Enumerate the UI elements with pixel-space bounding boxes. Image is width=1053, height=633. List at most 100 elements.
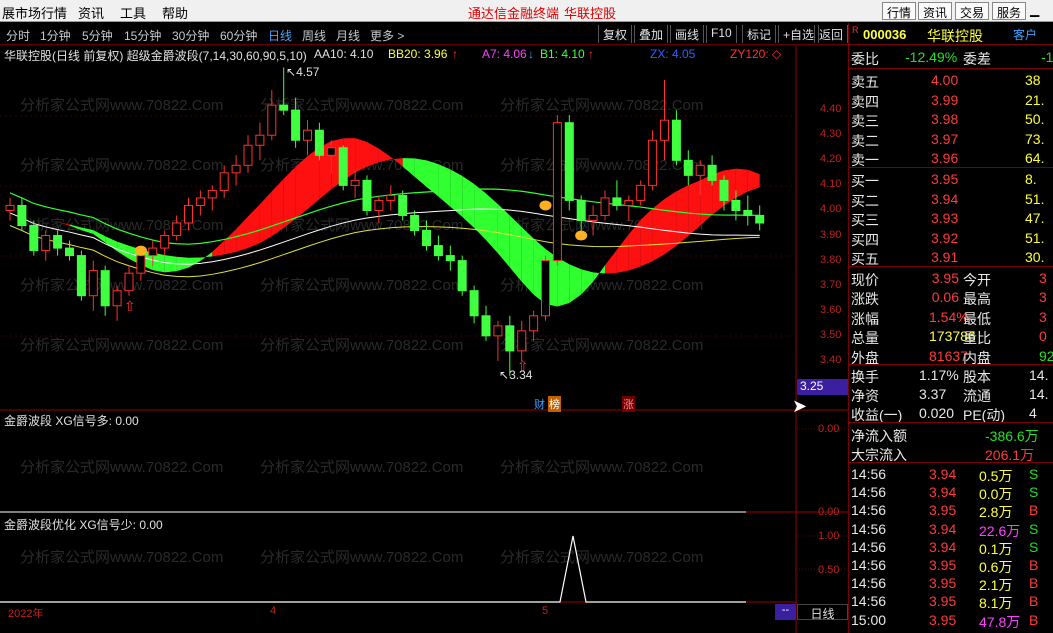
menu-help[interactable]: 帮助	[162, 3, 188, 22]
quote-row: 外盘 81637 内盘 92	[849, 347, 1053, 366]
tick-row: 14:56 3.95 0.6万 B	[849, 556, 1053, 575]
stat-value2: 4	[1029, 405, 1037, 421]
quote-value2: 3	[1039, 270, 1047, 286]
bid-row: 买四 3.92 51.	[849, 229, 1053, 248]
period-30min[interactable]: 30分钟	[172, 27, 209, 44]
candle-body	[65, 247, 74, 257]
bid-volume: 47.	[1025, 210, 1045, 227]
menu-news[interactable]: 资讯	[78, 3, 104, 22]
quote-panel: R 000036 华联控股 客户 委比 -12.49% 委差 -1 卖五 4.00…	[848, 23, 1053, 633]
ask-row: 卖三 3.98 50.	[849, 110, 1053, 129]
quote-value2: 3	[1039, 308, 1047, 325]
tick-side: S	[1029, 538, 1039, 555]
ribbon-segment	[378, 148, 391, 163]
period-15min[interactable]: 15分钟	[124, 27, 161, 44]
legend-a7-arrow: ↓	[528, 47, 534, 61]
candle-body	[100, 270, 110, 307]
candle-body	[422, 230, 431, 247]
ask-price: 3.99	[931, 91, 959, 108]
period-5min[interactable]: 5分钟	[82, 27, 113, 44]
ribbon-segment	[462, 175, 475, 228]
client-tag[interactable]: 客户	[1013, 26, 1037, 43]
candle-body	[588, 214, 598, 221]
quote-value2: 92	[1039, 347, 1053, 364]
bid-label: 买三	[851, 212, 879, 229]
period-1min[interactable]: 1分钟	[40, 27, 71, 44]
period-more[interactable]: 更多 >	[370, 27, 404, 44]
candle-body	[219, 172, 229, 191]
badge-cai[interactable]: 财	[534, 396, 545, 412]
quote-label2: 今开	[963, 272, 991, 288]
quote-label: 涨跌	[851, 291, 879, 308]
ribbon-segment	[414, 158, 427, 187]
ribbon-segment	[593, 265, 605, 282]
ribbon-segment	[188, 257, 201, 268]
tick-price: 3.94	[929, 538, 957, 555]
period-day[interactable]: 日线	[268, 27, 292, 44]
ribbon-segment	[367, 142, 379, 167]
btn-f10[interactable]: F10	[706, 25, 737, 43]
menu-tools[interactable]: 工具	[120, 3, 146, 22]
ask-volume: 21.	[1025, 91, 1045, 108]
candle-body	[695, 164, 705, 176]
quote-value: 1.54%	[929, 308, 969, 325]
candle-body	[172, 222, 182, 237]
badge-zhang[interactable]: 涨	[622, 396, 635, 412]
menu-market[interactable]: 展市场行情	[2, 3, 67, 22]
btn-diejia[interactable]: 叠加	[634, 25, 669, 43]
candle-body	[148, 247, 158, 257]
btn-service[interactable]: 服务	[992, 2, 1027, 20]
tick-time: 15:00	[851, 611, 887, 628]
time-year: 2022年	[8, 608, 44, 620]
menu-bar: 展市场行情 资讯 工具 帮助 通达信金融终端 华联控股 行情 资讯 交易 服务 …	[0, 0, 1053, 22]
panel3-axis-top: 1.00	[818, 530, 840, 542]
bid-label: 买二	[851, 192, 879, 209]
ask-label: 卖二	[851, 132, 879, 149]
ribbon-segment	[81, 227, 94, 234]
btn-fuquan[interactable]: 复权	[598, 25, 633, 43]
kline-chart-area[interactable]: 分析家公式网www.70822.Com 分析家公式网www.70822.Com …	[0, 46, 848, 633]
candle-body	[184, 204, 193, 224]
period-week[interactable]: 周线	[302, 27, 326, 44]
btn-biaoji[interactable]: 标记	[742, 25, 777, 43]
ribbon-segment	[640, 208, 653, 267]
low-marker: ↖3.34	[499, 368, 533, 382]
period-month[interactable]: 月线	[336, 27, 360, 44]
candle-body	[267, 104, 277, 136]
tick-price: 3.95	[929, 557, 957, 573]
btn-quote[interactable]: 行情	[882, 2, 917, 20]
quote-value2: 3	[1039, 289, 1047, 306]
minimize-icon[interactable]: ▁	[1030, 3, 1039, 17]
ask-price: 4.00	[931, 72, 959, 88]
candle-body	[53, 235, 63, 249]
scroll-indicator[interactable]: --	[775, 604, 796, 620]
candle-body	[386, 194, 396, 201]
panel3-legend: 金爵波段优化 XG信号少: 0.00	[4, 518, 163, 532]
ribbon-segment	[295, 156, 308, 219]
btn-add-fav[interactable]: +自选	[778, 25, 820, 43]
btn-back[interactable]: 返回	[814, 25, 848, 43]
stat-label: 换手	[851, 369, 879, 385]
ribbon-segment	[581, 269, 594, 295]
ask-price: 3.97	[931, 130, 959, 147]
ribbon-segment	[557, 257, 570, 307]
candle-body	[552, 122, 562, 262]
btn-trade[interactable]: 交易	[955, 2, 990, 20]
candle-body	[636, 184, 646, 201]
candle-body	[469, 290, 479, 317]
candle-body	[505, 325, 515, 352]
period-fenshi[interactable]: 分时	[6, 27, 30, 44]
candle-body	[124, 272, 134, 292]
legend-bb20: BB20: 3.96	[388, 47, 448, 61]
candle-body	[683, 159, 693, 176]
candle-body	[231, 164, 241, 174]
badge-bang[interactable]: 榜	[548, 396, 561, 412]
ask-price: 3.98	[931, 111, 959, 128]
btn-huaxian[interactable]: 画线	[670, 25, 705, 43]
kline-svg[interactable]: ⇧⇧	[0, 46, 848, 633]
tick-side: S	[1029, 484, 1039, 501]
period-label[interactable]: 日线	[797, 604, 848, 621]
bid-volume: 51.	[1025, 190, 1045, 207]
btn-info[interactable]: 资讯	[918, 2, 953, 20]
period-60min[interactable]: 60分钟	[220, 27, 257, 44]
